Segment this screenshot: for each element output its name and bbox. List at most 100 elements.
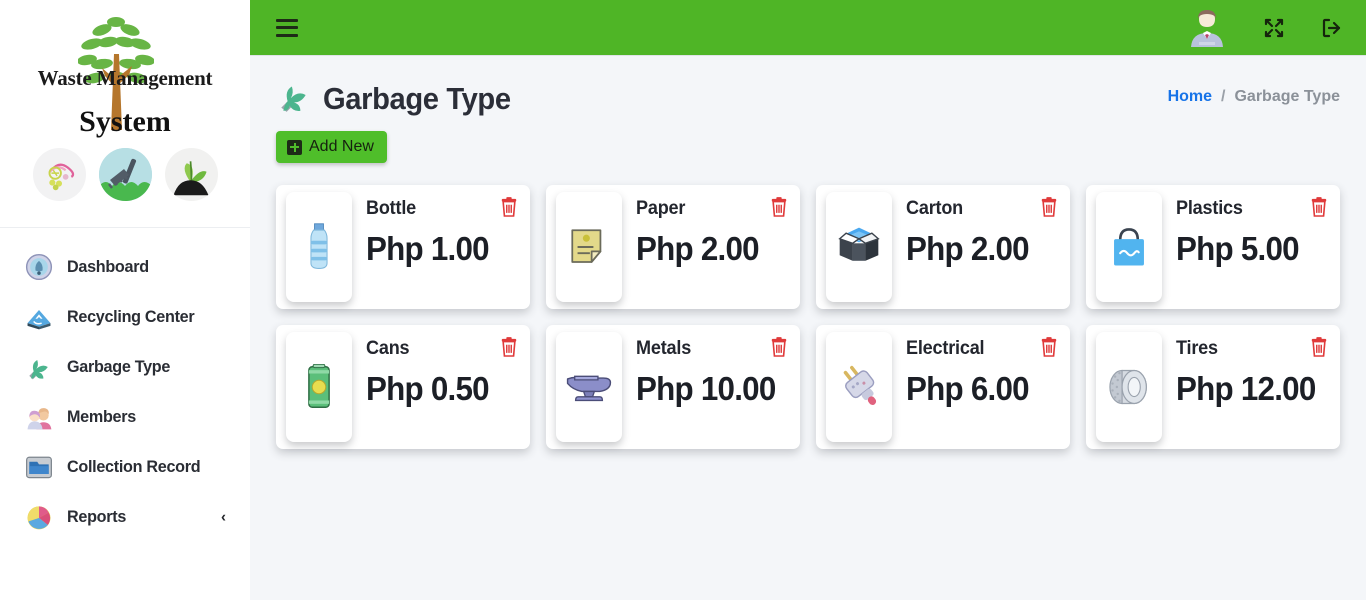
card-price: Php 6.00: [906, 370, 1030, 407]
sidebar: Waste Management System Dashboard Recycl…: [0, 0, 250, 600]
garbage-type-card-grid: Bottle Php 1.00 Paper Php 2.00 Carton Ph…: [250, 163, 1366, 457]
grid-cell: Plastics Php 5.00: [1078, 177, 1348, 317]
sign-out-icon[interactable]: [1320, 16, 1344, 40]
brand-logo: Waste Management System: [0, 0, 250, 155]
card-price: Php 12.00: [1176, 370, 1316, 407]
sidebar-item-reports[interactable]: Reports ‹: [0, 492, 250, 542]
sidebar-item-label: Members: [67, 407, 136, 426]
sidebar-item-label: Reports: [67, 507, 127, 526]
garbage-leaf-icon: [22, 350, 56, 384]
garbage-type-card[interactable]: Paper Php 2.00: [546, 185, 800, 309]
trash-icon: [1041, 197, 1057, 217]
pie-chart-icon: [22, 500, 56, 534]
page-title: Garbage Type: [323, 80, 511, 116]
trash-icon: [771, 337, 787, 357]
hamburger-icon[interactable]: [276, 18, 298, 37]
sidebar-item-label: Recycling Center: [67, 307, 195, 326]
garbage-type-card[interactable]: Electrical Php 6.00: [816, 325, 1070, 449]
chevron-left-icon[interactable]: ‹: [221, 509, 226, 526]
delete-button[interactable]: [768, 336, 790, 358]
delete-button[interactable]: [1308, 196, 1330, 218]
add-new-button-label: Add New: [309, 138, 374, 155]
garbage-type-card[interactable]: Metals Php 10.00: [546, 325, 800, 449]
card-body: Tires Php 12.00: [1176, 325, 1340, 449]
topbar: [250, 0, 1366, 56]
card-image-panel: [556, 332, 622, 442]
rake-grass-icon: [98, 148, 152, 201]
water-bottle-icon: [310, 223, 328, 269]
sidebar-item-dashboard[interactable]: Dashboard: [0, 242, 250, 292]
card-image-panel: [556, 192, 622, 302]
breadcrumb: Home / Garbage Type: [1168, 78, 1340, 106]
folder-icon: [22, 450, 56, 484]
toolbar: Add New: [250, 119, 1366, 163]
garbage-type-card[interactable]: Carton Php 2.00: [816, 185, 1070, 309]
sidebar-item-members[interactable]: Members: [0, 392, 250, 442]
delete-button[interactable]: [768, 196, 790, 218]
card-body: Plastics Php 5.00: [1176, 185, 1340, 309]
delete-button[interactable]: [1038, 336, 1060, 358]
sidebar-item-label: Garbage Type: [67, 357, 171, 376]
sidebar-item-collection-record[interactable]: Collection Record: [0, 442, 250, 492]
trash-icon: [501, 197, 517, 217]
garbage-type-card[interactable]: Tires Php 12.00: [1086, 325, 1340, 449]
brand-line-2: System: [79, 105, 171, 138]
card-price: Php 0.50: [366, 370, 490, 407]
brand-icon-row: [0, 148, 250, 201]
members-people-icon: [22, 400, 56, 434]
trash-icon: [1311, 197, 1327, 217]
anvil-icon: [566, 375, 612, 402]
card-price: Php 5.00: [1176, 230, 1300, 267]
topbar-actions: [1186, 7, 1344, 49]
grid-cell: Electrical Php 6.00: [808, 317, 1078, 457]
fullscreen-expand-icon[interactable]: [1262, 16, 1286, 40]
garbage-type-card[interactable]: Plastics Php 5.00: [1086, 185, 1340, 309]
delete-button[interactable]: [498, 336, 520, 358]
add-new-button[interactable]: Add New: [276, 131, 387, 163]
grid-cell: Tires Php 12.00: [1078, 317, 1348, 457]
seedling-soil-icon: [164, 148, 218, 201]
card-body: Paper Php 2.00: [636, 185, 800, 309]
grid-cell: Cans Php 0.50: [268, 317, 538, 457]
garbage-type-card[interactable]: Cans Php 0.50: [276, 325, 530, 449]
sidebar-item-label: Collection Record: [67, 457, 201, 476]
card-body: Bottle Php 1.00: [366, 185, 530, 309]
delete-button[interactable]: [498, 196, 520, 218]
electric-plug-icon: [843, 365, 877, 405]
sidebar-item-label: Dashboard: [67, 257, 149, 276]
sidebar-item-garbage-type[interactable]: Garbage Type: [0, 342, 250, 392]
sidebar-item-recycling-center[interactable]: Recycling Center: [0, 292, 250, 342]
garbage-type-card[interactable]: Bottle Php 1.00: [276, 185, 530, 309]
trash-icon: [1311, 337, 1327, 357]
card-body: Carton Php 2.00: [906, 185, 1070, 309]
breadcrumb-separator: /: [1221, 88, 1226, 105]
dashboard-gauge-icon: [22, 250, 56, 284]
shopping-bag-icon: [1114, 228, 1144, 266]
app-root: Waste Management System Dashboard Recycl…: [0, 0, 1366, 600]
card-title: Electrical: [906, 338, 985, 359]
brand-header: Waste Management System: [0, 0, 250, 228]
delete-button[interactable]: [1038, 196, 1060, 218]
card-body: Electrical Php 6.00: [906, 325, 1070, 449]
brand-line-1: Waste Management: [37, 66, 213, 90]
sidebar-nav: Dashboard Recycling Center Garbage Type …: [0, 228, 250, 542]
beverage-can-icon: [308, 364, 330, 408]
card-title: Plastics: [1176, 198, 1243, 219]
card-title: Metals: [636, 338, 692, 359]
tire-icon: [1109, 369, 1147, 405]
delete-button[interactable]: [1308, 336, 1330, 358]
grid-cell: Paper Php 2.00: [538, 177, 808, 317]
card-image-panel: [286, 332, 352, 442]
card-title: Carton: [906, 198, 964, 219]
user-avatar-icon[interactable]: [1186, 7, 1228, 49]
card-image-panel: [286, 192, 352, 302]
card-price: Php 2.00: [906, 230, 1030, 267]
card-title: Tires: [1176, 338, 1218, 359]
grid-cell: Bottle Php 1.00: [268, 177, 538, 317]
breadcrumb-home-link[interactable]: Home: [1168, 88, 1212, 106]
card-image-panel: [826, 332, 892, 442]
trash-icon: [501, 337, 517, 357]
recycling-book-icon: [22, 300, 56, 334]
card-price: Php 10.00: [636, 370, 776, 407]
trash-icon: [1041, 337, 1057, 357]
